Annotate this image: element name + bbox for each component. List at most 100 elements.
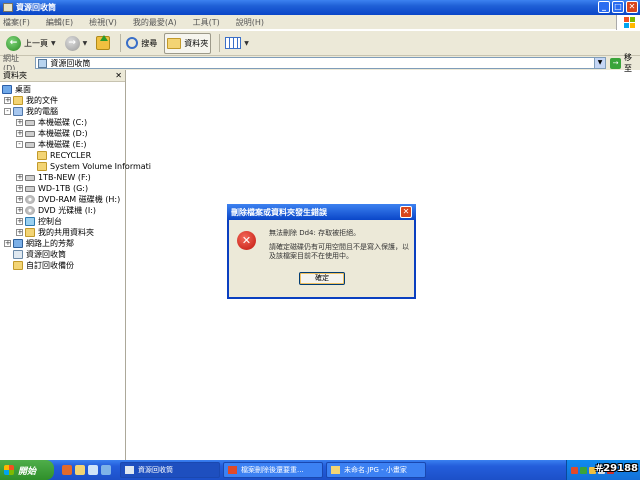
tree-item-label: System Volume Informati (50, 162, 152, 171)
close-icon[interactable]: ✕ (115, 71, 122, 80)
tree-item-shared-folders[interactable]: + 我的共用資料夾 (16, 227, 94, 238)
expand-icon[interactable]: + (16, 218, 23, 225)
folders-label: 資料夾 (184, 38, 209, 48)
watermark: #29188 (594, 463, 638, 474)
tree-item-label: 本機磁碟 (E:) (38, 140, 87, 149)
chevron-down-icon[interactable]: ▼ (51, 40, 56, 47)
menu-view[interactable]: 檢視(V) (89, 17, 117, 28)
task-label: 檔案刪除後還要重... (241, 466, 304, 474)
tree-item-label: 資源回收筒 (26, 250, 66, 259)
expand-icon[interactable]: + (16, 130, 23, 137)
hard-drive-icon (25, 185, 35, 192)
dialog-close-button[interactable]: ✕ (400, 206, 412, 218)
collapse-icon[interactable]: - (16, 141, 23, 148)
tree-item-my-documents[interactable]: + 我的文件 (4, 95, 58, 106)
windows-logo-icon (616, 15, 640, 30)
collapse-icon[interactable]: - (4, 108, 11, 115)
hard-drive-icon (25, 130, 35, 137)
expand-icon[interactable]: + (4, 240, 11, 247)
tree-item-drive-e[interactable]: - 本機磁碟 (E:) (16, 139, 87, 150)
expand-icon[interactable]: + (16, 174, 23, 181)
browser-icon[interactable] (101, 465, 111, 475)
views-button[interactable]: ▼ (223, 33, 251, 54)
expand-icon[interactable]: + (16, 229, 23, 236)
task-recycle-bin[interactable]: 資源回收筒 (120, 462, 220, 478)
address-field[interactable]: 資源回收筒 ▼ (35, 57, 607, 69)
tree-item-custom-backup[interactable]: 自訂回收備份 (13, 260, 74, 271)
maximize-button[interactable]: □ (612, 1, 624, 13)
address-value: 資源回收筒 (50, 58, 91, 68)
tree-item-label: RECYCLER (50, 151, 92, 160)
dialog-detail: 請確定磁碟仍有可用空間且不是寫入保護，以及該檔案目前不在使用中。 (269, 243, 409, 260)
tree-item-network[interactable]: + 網路上的芳鄰 (4, 238, 74, 249)
go-button[interactable]: → 移至 (610, 52, 640, 74)
tree-item-drive-i[interactable]: + DVD 光碟機 (I:) (16, 205, 96, 216)
tree-item-desktop[interactable]: 桌面 (2, 84, 31, 95)
menu-favorites[interactable]: 我的最愛(A) (133, 17, 177, 28)
address-dropdown-button[interactable]: ▼ (594, 58, 606, 68)
folder-icon (13, 261, 23, 270)
task-paint[interactable]: 未命名.JPG - 小畫家 (326, 462, 426, 478)
tree-item-control-panel[interactable]: + 控制台 (16, 216, 62, 227)
expand-icon[interactable]: + (4, 97, 11, 104)
tree-item-recycle-bin[interactable]: 資源回收筒 (13, 249, 66, 260)
go-label: 移至 (624, 53, 633, 73)
expand-icon[interactable]: + (16, 185, 23, 192)
forward-button[interactable]: → ▼ (63, 33, 90, 54)
folder-icon (167, 37, 182, 49)
start-label: 開始 (18, 466, 37, 477)
recycle-bin-icon (38, 58, 48, 68)
folder-icon (37, 162, 47, 171)
back-label: 上一頁 (24, 38, 48, 48)
toolbar-separator (120, 34, 122, 52)
tree-item-drive-g[interactable]: + WD-1TB (G:) (16, 183, 88, 194)
close-button[interactable]: ✕ (626, 1, 638, 13)
tree-item-label: 網路上的芳鄰 (26, 239, 74, 248)
back-arrow-icon: ← (6, 35, 21, 51)
tree-item-my-computer[interactable]: - 我的電腦 (4, 106, 58, 117)
paint-icon (331, 466, 340, 474)
menu-file[interactable]: 檔案(F) (3, 17, 30, 28)
chevron-down-icon[interactable]: ▼ (244, 40, 249, 47)
tree-item-drive-d[interactable]: + 本機磁碟 (D:) (16, 128, 88, 139)
hard-drive-icon (25, 141, 35, 148)
start-button[interactable]: 開始 (0, 460, 54, 480)
tree-item-drive-h[interactable]: + DVD-RAM 磁碟機 (H:) (16, 194, 120, 205)
minimize-button[interactable]: _ (598, 1, 610, 13)
show-desktop-icon[interactable] (88, 465, 98, 475)
menu-tools[interactable]: 工具(T) (193, 17, 220, 28)
expand-icon[interactable]: + (16, 196, 23, 203)
folders-button[interactable]: 資料夾 (164, 32, 212, 54)
task-label: 未命名.JPG - 小畫家 (344, 466, 407, 474)
folders-pane-header: 資料夾 ✕ (0, 70, 125, 82)
tree-item-label: DVD 光碟機 (I:) (38, 206, 97, 215)
task-browser[interactable]: 檔案刪除後還要重... (223, 462, 323, 478)
dialog-titlebar: 刪除檔案或資料夾發生錯誤 (227, 204, 416, 220)
tree-item-label: 我的共用資料夾 (38, 228, 94, 237)
tray-icon[interactable] (580, 466, 587, 474)
folder-icon[interactable] (75, 465, 85, 475)
tree-item-system-volume[interactable]: System Volume Informati (37, 161, 151, 172)
back-button[interactable]: ← 上一頁 ▼ (4, 33, 58, 54)
tree-item-drive-f[interactable]: + 1TB-NEW (F:) (16, 172, 91, 183)
menu-bar: 檔案(F) 編輯(E) 檢視(V) 我的最愛(A) 工具(T) 說明(H) (0, 15, 640, 30)
documents-icon (13, 96, 23, 105)
ok-button[interactable]: 確定 (299, 272, 345, 285)
tray-icon[interactable] (571, 466, 578, 474)
menu-edit[interactable]: 編輯(E) (46, 17, 73, 28)
media-player-icon[interactable] (62, 465, 72, 475)
quick-launch (62, 465, 111, 475)
expand-icon[interactable]: + (16, 119, 23, 126)
tree-item-label: 1TB-NEW (F:) (38, 173, 91, 182)
search-label: 搜尋 (141, 38, 158, 48)
recycle-bin-icon (13, 250, 23, 259)
chevron-down-icon[interactable]: ▼ (83, 40, 88, 47)
menu-help[interactable]: 說明(H) (236, 17, 264, 28)
search-button[interactable]: 搜尋 (124, 33, 159, 54)
expand-icon[interactable]: + (16, 207, 23, 214)
tree-item-recycler[interactable]: RECYCLER (37, 150, 91, 161)
tree-item-drive-c[interactable]: + 本機磁碟 (C:) (16, 117, 87, 128)
folder-icon (37, 151, 47, 160)
up-button[interactable] (94, 33, 112, 54)
recycle-bin-icon (125, 466, 134, 474)
